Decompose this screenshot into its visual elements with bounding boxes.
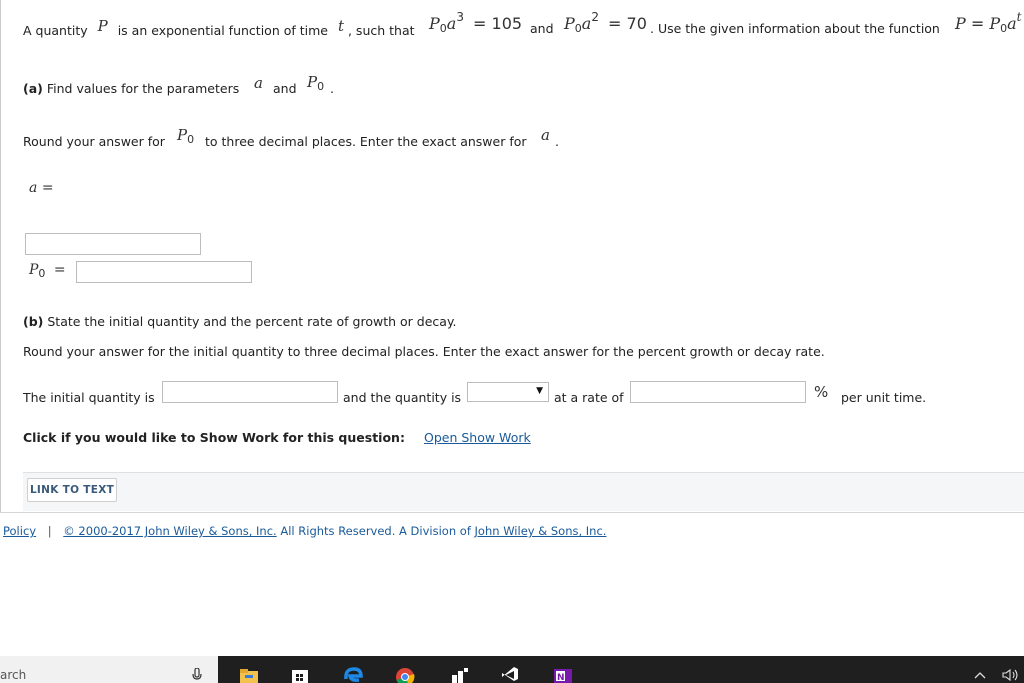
a-label-eq: =: [41, 180, 54, 196]
growth-decay-select[interactable]: ▼: [467, 382, 549, 402]
p0-label-var: P: [29, 262, 39, 278]
edge-icon[interactable]: [343, 665, 363, 683]
footer: Policy | © 2000-2017 John Wiley & Sons, …: [3, 524, 606, 538]
app-icon[interactable]: [450, 665, 470, 683]
part-a-text: Find values for the parameters: [46, 81, 240, 96]
fn-eq: =: [970, 14, 985, 33]
equation-2: P0a2 = 70: [564, 10, 647, 35]
intro-part3: , such that: [347, 23, 415, 38]
eq1-rhs: = 105: [473, 14, 523, 33]
question-content: A quantity P is an exponential function …: [0, 0, 1024, 512]
store-icon[interactable]: [290, 665, 310, 683]
taskbar-search-box[interactable]: arch: [0, 656, 218, 683]
a-label: a =: [29, 180, 54, 196]
intro-part2: is an exponential function of time: [117, 23, 328, 38]
fn-p0: P: [989, 14, 1001, 33]
company-link[interactable]: John Wiley & Sons, Inc.: [475, 524, 607, 538]
speaker-icon[interactable]: [1002, 669, 1020, 681]
eq1-sub: 0: [439, 22, 447, 35]
initial-quantity-input[interactable]: [162, 381, 338, 403]
link-to-text-button[interactable]: LINK TO TEXT: [27, 478, 117, 502]
part-b-text: State the initial quantity and the perce…: [47, 314, 457, 329]
svg-text:N: N: [557, 673, 565, 683]
p0-input[interactable]: [76, 261, 252, 283]
part-a-var-a: a: [254, 74, 263, 92]
var-p0-p: P: [307, 73, 318, 91]
eq2-sub: 0: [574, 22, 582, 35]
part-a-end: .: [330, 81, 334, 96]
rate-input[interactable]: [630, 381, 806, 403]
visual-studio-icon[interactable]: [500, 665, 520, 683]
equation-1: P0a3 = 105: [429, 10, 523, 35]
file-explorer-icon[interactable]: [239, 665, 259, 683]
var-p0-sub: 0: [317, 80, 325, 93]
round-a: a: [541, 126, 550, 144]
round-text-2: to three decimal places. Enter the exact…: [205, 134, 527, 149]
function-formula: P = P0at: [955, 10, 1022, 35]
search-text: arch: [0, 668, 27, 682]
policy-link[interactable]: Policy: [3, 524, 36, 538]
intro-text: A quantity P is an exponential function …: [23, 17, 415, 39]
eq1-p: P: [429, 14, 440, 33]
footer-divider: [0, 512, 1024, 513]
onenote-icon[interactable]: N: [553, 665, 573, 683]
eq2-rhs: = 70: [608, 14, 647, 33]
round-p: P: [177, 126, 188, 144]
a-input[interactable]: [25, 233, 201, 255]
footer-separator: |: [47, 524, 52, 538]
eq2-exp: 2: [591, 10, 599, 24]
intro-and: and: [530, 21, 554, 36]
link-panel: [23, 472, 1024, 511]
microphone-icon[interactable]: [192, 668, 202, 682]
fn-sub: 0: [1000, 22, 1008, 35]
show-work-prompt: Click if you would like to Show Work for…: [23, 430, 405, 445]
open-show-work-link[interactable]: Open Show Work: [424, 430, 531, 445]
p0-label-sub: 0: [38, 267, 46, 280]
windows-taskbar: arch N: [0, 656, 1024, 683]
fn-a: a: [1007, 14, 1017, 33]
round-var-a: a: [541, 126, 550, 144]
part-b-heading: (b) State the initial quantity and the p…: [23, 314, 457, 329]
initial-quantity-label: The initial quantity is: [23, 390, 155, 405]
part-a-label: (a): [23, 81, 43, 96]
round-var-p0: P0: [177, 126, 195, 146]
intro-part4: . Use the given information about the fu…: [650, 21, 940, 36]
round-text-1: Round your answer for: [23, 134, 165, 149]
rate-label: at a rate of: [554, 390, 624, 405]
chevron-up-icon[interactable]: [974, 671, 986, 679]
eq1-exp: 3: [456, 10, 464, 24]
intro-part1: A quantity: [23, 23, 88, 38]
eq1-a: a: [446, 14, 457, 33]
dropdown-arrow-icon: ▼: [536, 386, 543, 396]
copyright-link[interactable]: © 2000-2017 John Wiley & Sons, Inc.: [63, 524, 276, 538]
fn-exp: t: [1016, 10, 1022, 24]
var-p: P: [97, 17, 108, 35]
part-b-round-text: Round your answer for the initial quanti…: [23, 344, 825, 359]
p0-label: P0 =: [29, 262, 66, 280]
eq2-a: a: [581, 14, 592, 33]
p0-label-eq: =: [53, 262, 66, 278]
part-a-and: and: [273, 81, 297, 96]
quantity-label: and the quantity is: [343, 390, 462, 405]
eq2-p: P: [564, 14, 575, 33]
part-b-label: (b): [23, 314, 44, 329]
a-label-var: a: [29, 180, 38, 196]
fn-p: P: [955, 14, 966, 33]
percent-sign: %: [814, 383, 829, 401]
rights-text: All Rights Reserved. A Division of: [280, 524, 471, 538]
round-sub: 0: [187, 133, 195, 146]
var-t: t: [337, 17, 344, 35]
round-end: .: [555, 134, 559, 149]
chrome-icon[interactable]: [395, 665, 415, 683]
per-unit-label: per unit time.: [841, 390, 927, 405]
part-a-heading: (a) Find values for the parameters: [23, 81, 239, 96]
part-a-var-p0: P0: [307, 73, 325, 93]
var-a: a: [254, 74, 263, 92]
